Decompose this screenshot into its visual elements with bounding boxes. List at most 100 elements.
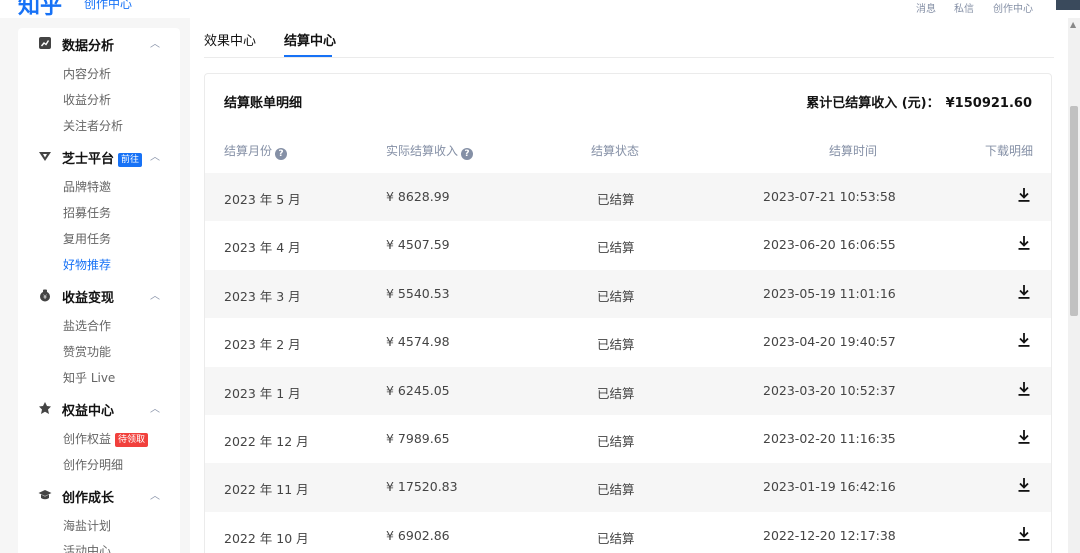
- cell-status: 已结算: [597, 385, 635, 401]
- tab-effect-center[interactable]: 效果中心: [204, 30, 256, 49]
- help-icon[interactable]: ?: [275, 148, 288, 160]
- cell-month: 2022 年 10 月: [224, 530, 309, 546]
- goto-badge[interactable]: 前往: [118, 153, 143, 167]
- table-row: 2023 年 1 月 ¥ 6245.05 已结算 2023-03-20 10:5…: [205, 366, 1051, 415]
- table-row: 2023 年 4 月 ¥ 4507.59 已结算 2023-06-20 16:0…: [205, 221, 1051, 269]
- total-value: ¥150921.60: [945, 96, 1032, 111]
- settlement-card: 结算账单明细 累计已结算收入 (元)： ¥150921.60 结算月份? 实际结算…: [204, 73, 1052, 553]
- sidebar-item-creator-rights[interactable]: 创作权益 待领取: [63, 430, 149, 447]
- table-row: 2023 年 2 月 ¥ 4574.98 已结算 2023-04-20 19:4…: [205, 318, 1051, 366]
- sidebar-item-content-analysis[interactable]: 内容分析: [63, 65, 111, 82]
- cell-status: 已结算: [597, 530, 635, 546]
- creator-center-title[interactable]: 创作中心: [84, 0, 132, 12]
- sidebar-section-label: 收益变现: [62, 291, 115, 306]
- sidebar-item-label: 创作权益: [63, 432, 112, 446]
- cell-time: 2023-04-20 19:40:57: [763, 334, 896, 350]
- tab-settlement-center[interactable]: 结算中心: [284, 30, 336, 49]
- scroll-up-arrow-icon[interactable]: ▲: [1070, 20, 1076, 29]
- cell-amount: ¥ 8628.99: [386, 189, 450, 204]
- cell-status: 已结算: [597, 240, 635, 256]
- scrollbar-thumb[interactable]: [1070, 106, 1078, 316]
- download-icon[interactable]: [1017, 235, 1031, 251]
- tab-divider: [204, 57, 1054, 58]
- table-body: 2023 年 5 月 ¥ 8628.99 已结算 2023-07-21 10:5…: [205, 173, 1051, 553]
- cell-month: 2023 年 2 月: [224, 337, 301, 353]
- cell-status: 已结算: [597, 433, 635, 449]
- graduation-cap-icon: [38, 490, 52, 500]
- download-icon[interactable]: [1017, 381, 1031, 397]
- cell-amount: ¥ 5540.53: [386, 285, 450, 301]
- sidebar-item-brand-invite[interactable]: 品牌特邀: [63, 178, 111, 195]
- cell-time: 2022-12-20 12:17:38: [763, 527, 896, 543]
- cell-month: 2022 年 12 月: [224, 433, 309, 449]
- top-bar: 知乎 创作中心 消息 私信 创作中心: [0, 0, 1080, 20]
- table-row: 2022 年 12 月 ¥ 7989.65 已结算 2023-02-20 11:…: [205, 415, 1051, 463]
- header-label: 实际结算收入: [386, 144, 459, 158]
- nav-private-messages[interactable]: 私信: [954, 0, 974, 15]
- sidebar-item-reuse-task[interactable]: 复用任务: [63, 230, 111, 247]
- sidebar-item-revenue-analysis[interactable]: 收益分析: [63, 91, 111, 108]
- download-icon[interactable]: [1017, 526, 1031, 542]
- table-row: 2023 年 5 月 ¥ 8628.99 已结算 2023-07-21 10:5…: [205, 173, 1051, 222]
- cell-amount: ¥ 4574.98: [386, 334, 450, 350]
- sidebar-section-label: 创作成长: [62, 491, 115, 506]
- chevron-up-icon[interactable]: ︿: [150, 400, 160, 415]
- card-title: 结算账单明细: [224, 96, 303, 111]
- header-label: 结算月份: [224, 144, 273, 158]
- chevron-up-icon[interactable]: ︿: [150, 35, 160, 50]
- chevron-up-icon[interactable]: ︿: [150, 148, 160, 163]
- money-bag-icon: ¥: [40, 289, 50, 302]
- main-panel: 效果中心 结算中心 结算账单明细 累计已结算收入 (元)： ¥150921.60 …: [190, 18, 1068, 553]
- chevron-up-icon[interactable]: ︿: [150, 287, 160, 302]
- page-scrollbar[interactable]: ▲: [1068, 18, 1080, 553]
- help-icon[interactable]: ?: [461, 148, 474, 160]
- header-amount: 实际结算收入?: [386, 142, 474, 160]
- header-download: 下载明细: [985, 144, 1034, 158]
- cell-time: 2023-03-20 10:52:37: [763, 382, 896, 398]
- sidebar-item-recruit-task[interactable]: 招募任务: [63, 204, 111, 221]
- sidebar-section-label: 数据分析: [62, 39, 115, 54]
- sidebar-item-sea-salt-plan[interactable]: 海盐计划: [63, 517, 111, 534]
- chevron-up-icon[interactable]: ︿: [150, 487, 160, 502]
- sidebar-item-tipping[interactable]: 赞赏功能: [63, 343, 111, 360]
- cell-amount: ¥ 17520.83: [386, 479, 458, 495]
- cell-amount: ¥ 6902.86: [386, 527, 450, 543]
- download-icon[interactable]: [1017, 332, 1031, 348]
- table-row: 2022 年 10 月 ¥ 6902.86 已结算 2022-12-20 12:…: [205, 512, 1051, 553]
- sidebar-item-follower-analysis[interactable]: 关注者分析: [63, 117, 123, 134]
- cell-status: 已结算: [597, 288, 635, 304]
- table-row: 2022 年 11 月 ¥ 17520.83 已结算 2023-01-19 16…: [205, 463, 1051, 512]
- pending-claim-badge: 待领取: [115, 433, 149, 447]
- cell-time: 2023-06-20 16:06:55: [763, 237, 896, 253]
- cell-status: 已结算: [597, 337, 635, 353]
- nav-creator-center[interactable]: 创作中心: [993, 0, 1033, 15]
- sidebar-section-monetization[interactable]: ¥ 收益变现 ︿: [18, 282, 180, 308]
- sidebar-section-label: 权益中心: [62, 404, 115, 419]
- cell-status: 已结算: [597, 192, 635, 207]
- cell-time: 2023-01-19 16:42:16: [763, 479, 896, 495]
- sidebar-section-cheese-platform[interactable]: 芝士平台 前往 ︿: [18, 143, 180, 169]
- download-icon[interactable]: [1017, 477, 1031, 493]
- sidebar-section-rights-center[interactable]: 权益中心 ︿: [18, 395, 180, 421]
- cell-month: 2023 年 1 月: [224, 385, 301, 401]
- download-icon[interactable]: [1017, 187, 1031, 203]
- cumulative-income: 累计已结算收入 (元)： ¥150921.60: [806, 92, 1032, 111]
- nav-messages[interactable]: 消息: [916, 0, 936, 15]
- sidebar: 数据分析 ︿ 内容分析 收益分析 关注者分析 芝士平台 前往 ︿ 品牌特邀 招募任…: [18, 28, 180, 553]
- sidebar-item-zhihu-live[interactable]: 知乎 Live: [63, 369, 115, 386]
- download-icon[interactable]: [1017, 429, 1031, 445]
- cheese-platform-icon: [39, 152, 51, 161]
- download-icon[interactable]: [1017, 284, 1031, 300]
- cell-time: 2023-02-20 11:16:35: [763, 430, 896, 446]
- sidebar-section-growth[interactable]: 创作成长 ︿: [18, 482, 180, 508]
- avatar[interactable]: [1056, 0, 1080, 10]
- sidebar-section-label: 芝士平台: [62, 152, 115, 167]
- sidebar-item-activity-center[interactable]: 活动中心: [63, 542, 111, 553]
- sidebar-item-goods-recommend[interactable]: 好物推荐: [63, 256, 111, 273]
- sidebar-section-data-analysis[interactable]: 数据分析 ︿: [18, 30, 180, 56]
- cell-status: 已结算: [597, 482, 635, 498]
- sidebar-item-score-detail[interactable]: 创作分明细: [63, 456, 123, 473]
- zhihu-logo[interactable]: 知乎: [18, 0, 62, 20]
- cell-month: 2023 年 4 月: [224, 240, 301, 256]
- sidebar-item-yanxuan-coop[interactable]: 盐选合作: [63, 317, 111, 334]
